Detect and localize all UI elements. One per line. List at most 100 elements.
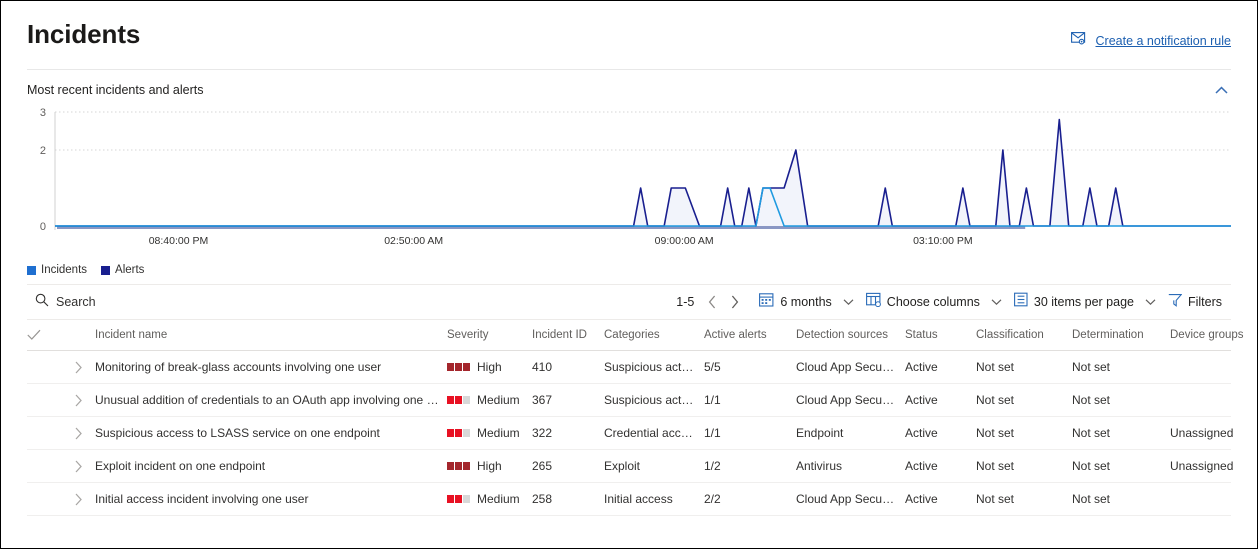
- svg-text:09:00:00 AM: 09:00:00 AM: [655, 235, 714, 247]
- page-title: Incidents: [27, 19, 141, 49]
- cell-incident-id: 265: [532, 459, 553, 473]
- svg-text:0: 0: [40, 221, 46, 233]
- legend-item-alerts[interactable]: Alerts: [101, 264, 144, 276]
- cell-classification: Not set: [976, 393, 1015, 407]
- search-placeholder: Search: [56, 295, 96, 309]
- cell-incident-name[interactable]: Exploit incident on one endpoint: [95, 459, 447, 473]
- table-row[interactable]: Suspicious access to LSASS service on on…: [27, 417, 1233, 450]
- cell-status: Active: [905, 426, 938, 440]
- cell-device-groups: Unassigned: [1170, 426, 1234, 440]
- table-header-row: Incident name Severity Incident ID Categ…: [27, 320, 1244, 351]
- column-header-determination[interactable]: Determination: [1072, 329, 1170, 341]
- chevron-right-icon[interactable]: [61, 460, 95, 473]
- mail-settings-icon: [1070, 31, 1088, 51]
- severity-bars: [447, 462, 470, 470]
- cell-active-alerts: 1/2: [704, 459, 721, 473]
- table-body: Monitoring of break-glass accounts invol…: [27, 351, 1233, 516]
- cell-incident-name[interactable]: Initial access incident involving one us…: [95, 492, 447, 506]
- cell-severity: Medium: [447, 426, 532, 440]
- toolbar-actions: 1-5 6 months Choose columns 30 items per…: [676, 287, 1231, 317]
- table-row[interactable]: Monitoring of break-glass accounts invol…: [27, 351, 1231, 384]
- legend-swatch-alerts: [101, 265, 111, 275]
- date-range-chevron-down-icon[interactable]: [841, 294, 857, 310]
- choose-columns-chevron-down-icon[interactable]: [989, 294, 1005, 310]
- chevron-right-icon[interactable]: [61, 493, 95, 506]
- column-header-detection-sources[interactable]: Detection sources: [796, 329, 905, 341]
- table-row[interactable]: Unusual addition of credentials to an OA…: [27, 384, 1231, 417]
- cell-determination: Not set: [1072, 426, 1111, 440]
- items-per-page-chevron-down-icon[interactable]: [1143, 294, 1159, 310]
- column-header-incident-id[interactable]: Incident ID: [532, 329, 604, 341]
- columns-icon: [865, 292, 881, 312]
- cell-status: Active: [905, 393, 938, 407]
- cell-determination: Not set: [1072, 492, 1111, 506]
- chart-canvas: 0 2 3 08:40:00 PM 02:50:00 AM 09:00:00 AM 03:1…: [40, 107, 1231, 247]
- cell-status: Active: [905, 459, 938, 473]
- cell-incident-id: 322: [532, 426, 553, 440]
- items-per-page-label: 30 items per page: [1033, 295, 1134, 309]
- create-notification-rule-label: Create a notification rule: [1095, 34, 1232, 48]
- list-icon: [1013, 292, 1028, 312]
- chevron-right-icon[interactable]: [61, 394, 95, 407]
- date-range-button[interactable]: 6 months: [750, 287, 840, 317]
- choose-columns-label: Choose columns: [886, 295, 980, 309]
- column-header-device-groups[interactable]: Device groups: [1170, 329, 1257, 341]
- incidents-table: Incident name Severity Incident ID Categ…: [27, 320, 1244, 516]
- column-header-active-alerts[interactable]: Active alerts: [704, 329, 796, 341]
- page-range-label: 1-5: [676, 295, 695, 309]
- cell-severity: High: [447, 360, 532, 374]
- search-input[interactable]: Search: [27, 293, 235, 312]
- severity-label: High: [477, 459, 502, 473]
- cell-detection-source: Antivirus: [796, 459, 843, 473]
- chart-legend: Incidents Alerts: [1, 254, 1257, 280]
- cell-categories: Suspicious activi...: [604, 360, 703, 374]
- funnel-icon: [1168, 293, 1183, 312]
- incidents-page: Incidents Create a notification rule Mos…: [0, 0, 1258, 549]
- cell-active-alerts: 1/1: [704, 393, 721, 407]
- legend-swatch-incidents: [27, 265, 36, 275]
- chart-panel: Most recent incidents and alerts 0 2 3 08:4…: [1, 70, 1257, 254]
- cell-incident-id: 258: [532, 492, 553, 506]
- severity-bars: [447, 396, 470, 404]
- items-per-page-button[interactable]: 30 items per page: [1005, 287, 1143, 317]
- cell-determination: Not set: [1072, 393, 1111, 407]
- create-notification-rule-link[interactable]: Create a notification rule: [1070, 31, 1232, 51]
- cell-detection-source: Cloud App Security: [796, 393, 899, 407]
- cell-incident-name[interactable]: Monitoring of break-glass accounts invol…: [95, 360, 447, 374]
- filters-button[interactable]: Filters: [1159, 287, 1231, 317]
- table-toolbar: Search 1-5 6 months Choose columns 30 it…: [27, 284, 1231, 320]
- column-header-status[interactable]: Status: [905, 329, 976, 341]
- severity-label: Medium: [477, 426, 520, 440]
- cell-classification: Not set: [976, 459, 1015, 473]
- chevron-up-icon[interactable]: [1207, 78, 1235, 102]
- choose-columns-button[interactable]: Choose columns: [857, 287, 989, 317]
- legend-label-alerts: Alerts: [115, 264, 145, 276]
- chevron-right-icon[interactable]: [61, 361, 95, 374]
- column-header-incident-name[interactable]: Incident name: [95, 329, 447, 341]
- cell-severity: High: [447, 459, 532, 473]
- cell-determination: Not set: [1072, 360, 1111, 374]
- column-header-classification[interactable]: Classification: [976, 329, 1072, 341]
- chart-panel-title: Most recent incidents and alerts: [27, 83, 204, 97]
- calendar-icon: [759, 292, 774, 312]
- legend-item-incidents[interactable]: Incidents: [27, 264, 87, 276]
- select-all-checkbox[interactable]: [27, 329, 61, 341]
- chevron-right-icon[interactable]: [61, 427, 95, 440]
- cell-active-alerts: 5/5: [704, 360, 721, 374]
- legend-label-incidents: Incidents: [41, 264, 88, 276]
- column-header-categories[interactable]: Categories: [604, 329, 704, 341]
- search-icon: [35, 293, 49, 312]
- severity-bars: [447, 429, 470, 437]
- chevron-right-icon[interactable]: [724, 291, 744, 313]
- severity-bars: [447, 363, 470, 371]
- cell-active-alerts: 2/2: [704, 492, 721, 506]
- cell-incident-id: 367: [532, 393, 553, 407]
- column-header-severity[interactable]: Severity: [447, 329, 532, 341]
- chevron-left-icon[interactable]: [702, 291, 722, 313]
- date-range-label: 6 months: [780, 295, 832, 309]
- cell-incident-name[interactable]: Suspicious access to LSASS service on on…: [95, 426, 447, 440]
- cell-incident-name[interactable]: Unusual addition of credentials to an OA…: [95, 393, 447, 407]
- cell-device-groups: Unassigned: [1170, 459, 1234, 473]
- table-row[interactable]: Exploit incident on one endpoint High 265 E…: [27, 450, 1233, 483]
- table-row[interactable]: Initial access incident involving one us…: [27, 483, 1231, 516]
